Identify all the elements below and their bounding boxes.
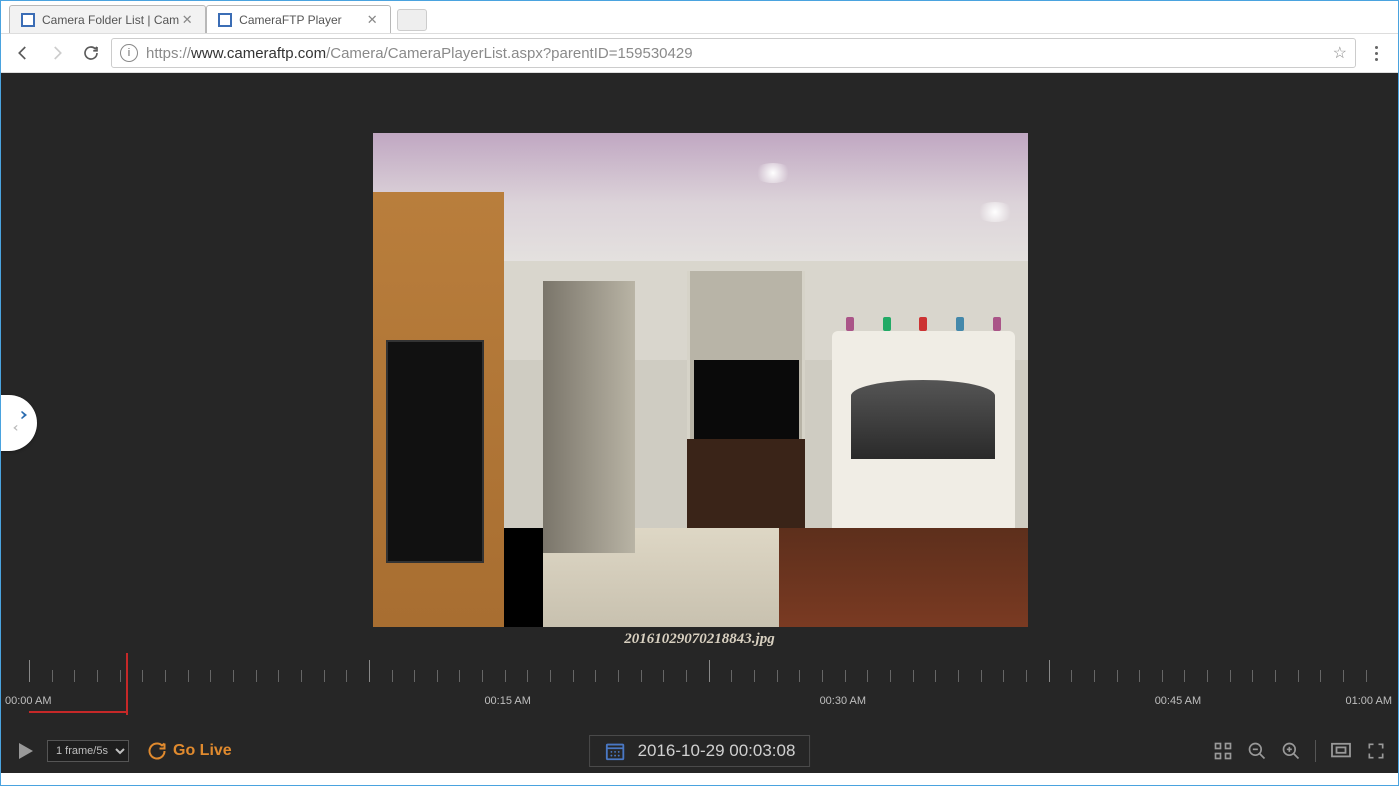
sidebar-expand-button[interactable] — [1, 395, 37, 451]
new-tab-button[interactable] — [397, 9, 427, 31]
grid-view-icon[interactable] — [1213, 741, 1233, 761]
address-bar[interactable]: i https://www.cameraftp.com/Camera/Camer… — [111, 38, 1356, 68]
camera-frame — [373, 133, 1028, 627]
player-viewport: 20161029070218843.jpg 00:00 AM 00:15 AM … — [1, 73, 1398, 773]
tab-cameraftp-player[interactable]: CameraFTP Player ✕ — [206, 5, 391, 33]
tab-title: CameraFTP Player — [239, 13, 364, 27]
address-row: i https://www.cameraftp.com/Camera/Camer… — [1, 33, 1398, 73]
timeline[interactable]: 00:00 AM 00:15 AM 00:30 AM 00:45 AM 01:0… — [1, 653, 1398, 723]
bookmark-star-icon[interactable]: ☆ — [1333, 43, 1347, 63]
zoom-in-icon[interactable] — [1281, 741, 1301, 761]
forward-button[interactable] — [43, 39, 71, 67]
tabs-row: Camera Folder List | Cam ✕ CameraFTP Pla… — [1, 3, 1398, 33]
tab-close-icon[interactable]: ✕ — [179, 12, 195, 28]
fullscreen-icon[interactable] — [1366, 741, 1386, 761]
datetime-text: 2016-10-29 00:03:08 — [638, 741, 796, 761]
go-live-label: Go Live — [173, 742, 232, 760]
favicon-icon — [217, 12, 233, 28]
zoom-out-icon[interactable] — [1247, 741, 1267, 761]
play-button[interactable] — [13, 739, 37, 763]
calendar-icon — [604, 740, 626, 762]
favicon-icon — [20, 12, 36, 28]
site-info-icon[interactable]: i — [120, 44, 138, 62]
frame-filename: 20161029070218843.jpg — [1, 631, 1398, 648]
camera-image — [373, 133, 1028, 627]
back-button[interactable] — [9, 39, 37, 67]
datetime-picker[interactable]: 2016-10-29 00:03:08 — [589, 735, 811, 767]
browser-menu-button[interactable] — [1362, 46, 1390, 61]
separator — [1315, 740, 1316, 762]
reload-button[interactable] — [77, 39, 105, 67]
tab-camera-folder-list[interactable]: Camera Folder List | Cam ✕ — [9, 5, 206, 33]
url-text: https://www.cameraftp.com/Camera/CameraP… — [146, 45, 1333, 62]
fit-screen-icon[interactable] — [1330, 742, 1352, 760]
timeline-ticks — [29, 658, 1388, 684]
tab-close-icon[interactable]: ✕ — [364, 12, 380, 28]
player-controls: 1 frame/5s Go Live 2016-10-29 00:03:08 — [1, 729, 1398, 773]
tab-title: Camera Folder List | Cam — [42, 13, 179, 27]
go-live-button[interactable]: Go Live — [147, 741, 232, 761]
playback-speed-select[interactable]: 1 frame/5s — [47, 740, 129, 762]
timeline-labels: 00:00 AM 00:15 AM 00:30 AM 00:45 AM 01:0… — [1, 695, 1398, 707]
